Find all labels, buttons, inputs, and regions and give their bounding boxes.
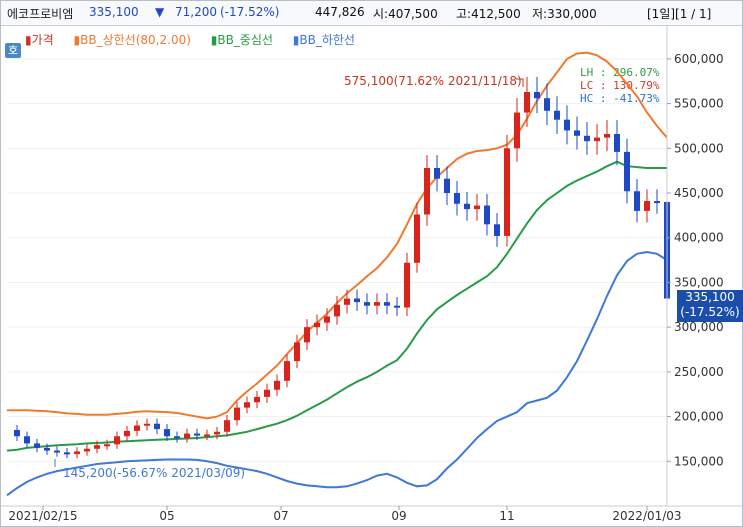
x-tick-label: 05 (159, 509, 174, 523)
x-tick-label: 2021/02/15 (8, 509, 77, 523)
candle-body (24, 436, 30, 444)
candle-body (114, 436, 120, 445)
x-tick-label: 11 (499, 509, 514, 523)
candle-body (554, 110, 560, 120)
candle-body (74, 451, 80, 455)
candle-body (524, 91, 530, 113)
candle-body (14, 429, 20, 437)
candle-body (564, 119, 570, 131)
candle-body (514, 112, 520, 149)
candle-body (414, 214, 420, 263)
candle-body (84, 448, 90, 452)
candle-body (374, 302, 380, 306)
candle-body (34, 443, 40, 448)
candle-body (294, 342, 300, 362)
candle-body (154, 423, 160, 430)
y-tick-label: 400,000 (674, 231, 724, 245)
y-tick-label: 150,000 (674, 454, 724, 468)
candle-body (334, 304, 340, 317)
candle-body (204, 434, 210, 437)
candle-body (594, 137, 600, 142)
candle-body (384, 302, 390, 306)
candle-body (464, 203, 470, 210)
candle-body (244, 402, 250, 408)
candle-body (434, 167, 440, 179)
candle-body (344, 298, 350, 305)
candle-body (324, 316, 330, 323)
candle-body (394, 305, 400, 308)
candle-body (104, 444, 110, 447)
x-tick-label: 2022/01/03 (612, 509, 681, 523)
y-tick-label: 550,000 (674, 97, 724, 111)
y-tick-label: 250,000 (674, 365, 724, 379)
candle-body (574, 130, 580, 136)
x-tick-label: 07 (273, 509, 288, 523)
candle-body (94, 445, 100, 449)
y-tick-label: 500,000 (674, 141, 724, 155)
price-chart: 600,000 550,000 500,000 450,000 400,000 350,0… (1, 25, 742, 523)
y-tick-label: 200,000 (674, 410, 724, 424)
candle-body (654, 201, 660, 204)
candle-body (424, 167, 430, 215)
candle-body (634, 191, 640, 211)
candle-body (44, 447, 50, 451)
candle-body (544, 98, 550, 111)
candle-body (534, 91, 540, 99)
candle-body (124, 430, 130, 437)
candle-body (304, 327, 310, 343)
candle-body (624, 151, 630, 192)
candle-body (134, 425, 140, 431)
candle-body (454, 193, 460, 204)
candle-body (604, 134, 610, 138)
candle-body (504, 148, 510, 236)
candle-body (404, 262, 410, 308)
y-tick-label: 300,000 (674, 320, 724, 334)
candle-body (584, 135, 590, 142)
chart-frame: 에코프로비엠 335,100 ▼ 71,200 (-17.52%) 447,82… (0, 0, 743, 527)
candle-body (314, 322, 320, 328)
x-tick-label: 09 (391, 509, 406, 523)
candle-body (164, 429, 170, 437)
candle-body (274, 380, 280, 390)
candle-body (184, 433, 190, 439)
candle-body (194, 433, 200, 436)
candle-body (54, 450, 60, 453)
candle-body (284, 361, 290, 381)
candle-body (474, 205, 480, 210)
candle-body (444, 178, 450, 194)
candle-body (354, 298, 360, 303)
series-line-lower-band (6, 250, 668, 497)
candle-body (614, 134, 620, 152)
candle-body (174, 436, 180, 439)
candle-body (264, 389, 270, 397)
candle-body (224, 420, 230, 432)
candle-body (234, 407, 240, 421)
series-line-upper-band (7, 51, 668, 420)
y-tick-label: 350,000 (674, 275, 724, 289)
candle-body (494, 224, 500, 236)
y-tick-label: 450,000 (674, 186, 724, 200)
y-tick-label: 600,000 (674, 52, 724, 66)
candle-body (144, 423, 150, 426)
candle-body (214, 431, 220, 435)
candle-body (364, 302, 370, 306)
candle-body (644, 201, 650, 211)
candle-body (254, 396, 260, 403)
high-marker-arrow (516, 78, 524, 87)
candle-body (484, 205, 490, 225)
candle-body (64, 452, 70, 455)
